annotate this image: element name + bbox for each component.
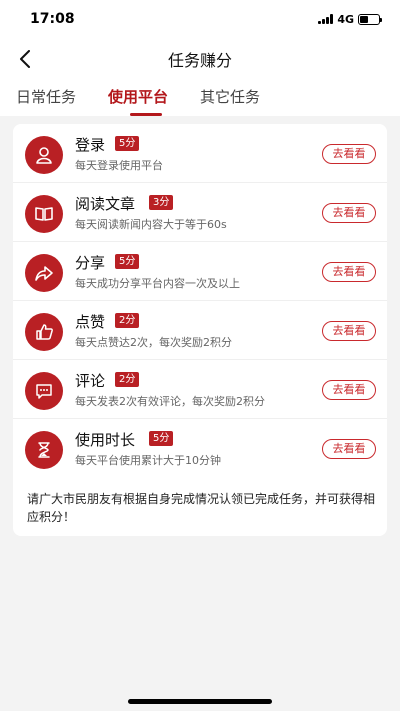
task-row-read: 阅读文章 3分 每天阅读新闻内容大于等于60s 去看看 bbox=[13, 183, 387, 242]
task-description: 每天成功分享平台内容一次及以上 bbox=[75, 277, 240, 290]
points-badge: 2分 bbox=[115, 313, 140, 328]
task-description: 每天平台使用累计大于10分钟 bbox=[75, 454, 221, 467]
tab-daily[interactable]: 日常任务 bbox=[16, 86, 76, 107]
task-description: 每天登录使用平台 bbox=[75, 159, 163, 172]
task-description: 每天点赞达2次，每次奖励2积分 bbox=[75, 336, 232, 349]
go-button-login[interactable]: 去看看 bbox=[322, 144, 376, 164]
user-login-icon bbox=[25, 136, 63, 174]
task-title: 点赞 bbox=[75, 313, 106, 331]
nav-bar: 任务赚分 bbox=[0, 38, 400, 80]
home-indicator bbox=[128, 699, 272, 704]
go-button-usage-time[interactable]: 去看看 bbox=[322, 439, 376, 459]
task-card: 登录 5分 每天登录使用平台 去看看 阅读文章 3分 每天阅读新闻内容大于等于6… bbox=[13, 124, 387, 536]
task-title: 评论 bbox=[75, 372, 106, 390]
points-badge: 5分 bbox=[115, 254, 140, 269]
tab-platform[interactable]: 使用平台 bbox=[108, 86, 168, 107]
task-row-comment: 评论 2分 每天发表2次有效评论，每次奖励2积分 去看看 bbox=[13, 360, 387, 419]
task-tabs: 日常任务 使用平台 其它任务 bbox=[0, 80, 400, 116]
task-row-like: 点赞 2分 每天点赞达2次，每次奖励2积分 去看看 bbox=[13, 301, 387, 360]
task-description: 每天阅读新闻内容大于等于60s bbox=[75, 218, 227, 231]
task-row-login: 登录 5分 每天登录使用平台 去看看 bbox=[13, 124, 387, 183]
thumbs-up-icon bbox=[25, 313, 63, 351]
task-title: 登录 bbox=[75, 136, 106, 154]
task-row-share: 分享 5分 每天成功分享平台内容一次及以上 去看看 bbox=[13, 242, 387, 301]
status-indicators: 4G bbox=[318, 12, 382, 26]
go-button-share[interactable]: 去看看 bbox=[322, 262, 376, 282]
battery-icon bbox=[358, 13, 382, 25]
points-badge: 5分 bbox=[115, 136, 140, 151]
comment-bubble-icon bbox=[25, 372, 63, 410]
signal-icon bbox=[318, 14, 334, 24]
points-badge: 2分 bbox=[115, 372, 140, 387]
back-button[interactable] bbox=[12, 46, 38, 72]
points-badge: 5分 bbox=[149, 431, 174, 446]
active-tab-indicator bbox=[130, 113, 162, 116]
task-note: 请广大市民朋友有根据自身完成情况认领已完成任务，并可获得相应积分！ bbox=[27, 492, 376, 524]
task-title: 分享 bbox=[75, 254, 106, 272]
status-bar: 17:08 4G bbox=[0, 0, 400, 38]
task-description: 每天发表2次有效评论，每次奖励2积分 bbox=[75, 395, 265, 408]
chevron-left-icon bbox=[20, 50, 30, 68]
go-button-like[interactable]: 去看看 bbox=[322, 321, 376, 341]
page-title: 任务赚分 bbox=[167, 51, 232, 70]
go-button-read[interactable]: 去看看 bbox=[322, 203, 376, 223]
hourglass-icon bbox=[25, 431, 63, 469]
task-title: 阅读文章 bbox=[75, 195, 136, 213]
open-book-icon bbox=[25, 195, 63, 233]
tab-other[interactable]: 其它任务 bbox=[200, 86, 260, 107]
task-title: 使用时长 bbox=[75, 431, 136, 449]
points-badge: 3分 bbox=[149, 195, 174, 210]
network-type: 4G bbox=[337, 12, 354, 26]
share-arrow-icon bbox=[25, 254, 63, 292]
go-button-comment[interactable]: 去看看 bbox=[322, 380, 376, 400]
status-time: 17:08 bbox=[30, 11, 75, 27]
task-row-usage-time: 使用时长 5分 每天平台使用累计大于10分钟 去看看 bbox=[13, 419, 387, 478]
